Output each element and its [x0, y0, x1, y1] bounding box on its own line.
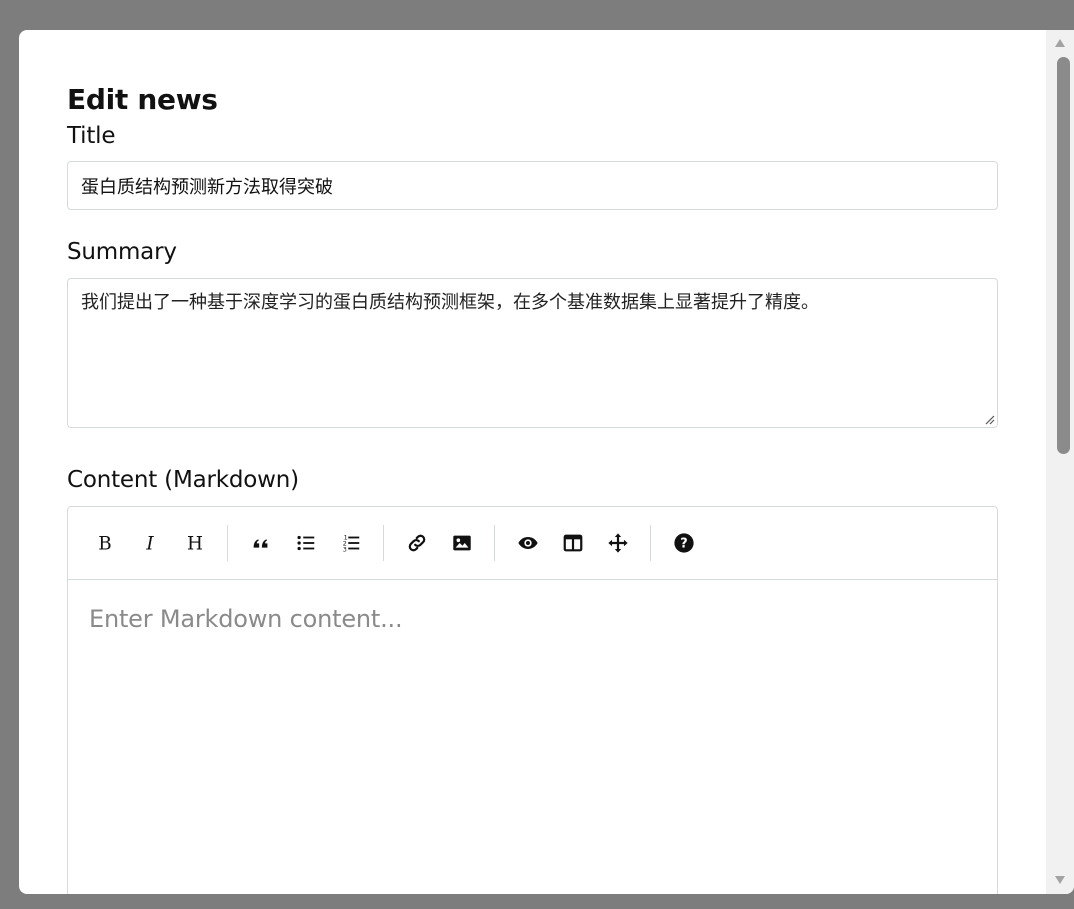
title-input[interactable]	[67, 161, 998, 210]
edit-news-modal: Edit news Title Summary 我们提出了一种基于深度学习的蛋白…	[19, 30, 1074, 894]
heading-button[interactable]: H	[172, 525, 217, 561]
quote-icon	[253, 539, 267, 548]
link-icon	[408, 534, 425, 552]
modal-scrollbar[interactable]	[1046, 30, 1074, 894]
modal-title: Edit news	[67, 83, 218, 116]
modal-body: Edit news Title Summary 我们提出了一种基于深度学习的蛋白…	[19, 30, 1046, 894]
edit-news-form: Edit news Title Summary 我们提出了一种基于深度学习的蛋白…	[67, 80, 998, 894]
svg-text:?: ?	[680, 537, 687, 552]
fullscreen-icon	[607, 533, 628, 553]
summary-textarea[interactable]: 我们提出了一种基于深度学习的蛋白质结构预测框架，在多个基准数据集上显著提升了精度…	[67, 278, 998, 428]
unordered-list-icon	[296, 535, 314, 551]
scrollbar-thumb[interactable]	[1057, 57, 1070, 454]
preview-icon	[517, 537, 538, 549]
toolbar-separator	[494, 525, 495, 561]
bold-icon: B	[98, 533, 111, 554]
bold-button[interactable]: B	[82, 525, 127, 561]
heading-icon: H	[187, 533, 203, 554]
content-label: Content (Markdown)	[67, 467, 299, 493]
side-by-side-icon	[563, 534, 582, 552]
title-label: Title	[67, 123, 116, 149]
ordered-list-icon: 123	[342, 533, 359, 553]
image-button[interactable]	[439, 525, 484, 561]
unordered-list-button[interactable]	[283, 525, 328, 561]
resize-handle-icon[interactable]	[983, 413, 995, 425]
image-icon	[452, 535, 471, 551]
italic-button[interactable]: I	[127, 525, 172, 561]
quote-button[interactable]	[238, 525, 283, 561]
markdown-editor: B I H 123 ? Enter Markdown content...	[67, 506, 998, 894]
side-by-side-button[interactable]	[550, 525, 595, 561]
editor-toolbar: B I H 123 ?	[68, 507, 997, 580]
scroll-down-arrow-icon[interactable]	[1054, 875, 1066, 885]
summary-label: Summary	[67, 239, 177, 265]
link-button[interactable]	[394, 525, 439, 561]
preview-button[interactable]	[505, 525, 550, 561]
markdown-content-area[interactable]: Enter Markdown content...	[68, 580, 997, 658]
ordered-list-button[interactable]: 123	[328, 525, 373, 561]
help-button[interactable]: ?	[661, 525, 706, 561]
svg-text:H: H	[187, 533, 203, 554]
scroll-up-arrow-icon[interactable]	[1054, 38, 1066, 48]
summary-text: 我们提出了一种基于深度学习的蛋白质结构预测框架，在多个基准数据集上显著提升了精度…	[81, 292, 819, 313]
svg-text:I: I	[145, 533, 154, 554]
toolbar-separator	[383, 525, 384, 561]
toolbar-separator	[650, 525, 651, 561]
fullscreen-button[interactable]	[595, 525, 640, 561]
content-placeholder: Enter Markdown content...	[89, 605, 403, 633]
toolbar-separator	[227, 525, 228, 561]
help-icon: ?	[673, 533, 694, 553]
svg-text:3: 3	[342, 545, 346, 553]
svg-text:B: B	[98, 533, 111, 554]
italic-icon: I	[145, 533, 154, 554]
